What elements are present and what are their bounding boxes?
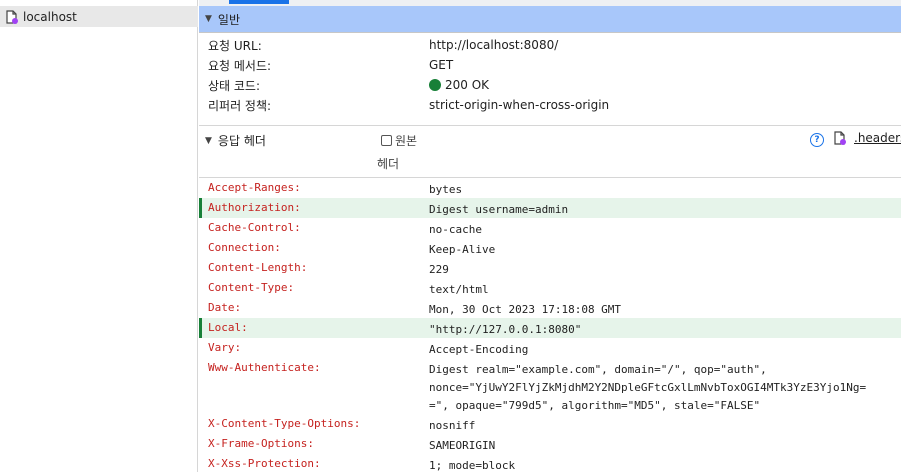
general-key: 요청 메서드: [208, 58, 272, 73]
response-headers-header[interactable]: ▼ 응답 헤더 [205, 132, 266, 149]
header-value: text/html [429, 283, 489, 296]
request-details-panel: ▼ 일반 요청 URL: http://localhost:8080/ 요청 메… [199, 0, 901, 472]
general-row-referrer: 리퍼러 정책: strict-origin-when-cross-origin [199, 95, 901, 115]
general-row-status: 상태 코드: 200 OK [199, 75, 901, 95]
headers-file-link[interactable]: .headers [834, 131, 901, 145]
header-value: 229 [429, 263, 449, 276]
response-header-row: Local: "http://127.0.0.1:8080" [199, 318, 901, 338]
request-sidebar: localhost [0, 0, 198, 472]
general-key: 리퍼러 정책: [208, 98, 272, 113]
general-row-url: 요청 URL: http://localhost:8080/ [199, 35, 901, 55]
general-key: 요청 URL: [208, 38, 262, 53]
raw-headers-label-line2: 헤더 [377, 157, 400, 171]
header-value: Digest realm="example.com", domain="/", … [429, 363, 867, 412]
header-value: Mon, 30 Oct 2023 17:18:08 GMT [429, 303, 622, 316]
response-header-row: Www-Authenticate: Digest realm="example.c… [199, 358, 901, 414]
general-value: http://localhost:8080/ [429, 38, 559, 52]
general-row-method: 요청 메서드: GET [199, 55, 901, 75]
header-name: X-Content-Type-Options: [208, 417, 361, 430]
header-name: Content-Type: [208, 281, 295, 294]
request-item-localhost[interactable]: localhost [0, 6, 198, 27]
response-header-row: Accept-Ranges: bytes [199, 178, 901, 198]
request-item-label: localhost [23, 9, 77, 24]
header-value: Digest username=admin [429, 203, 569, 216]
general-value: GET [429, 58, 454, 72]
response-headers-title: 응답 헤더 [217, 134, 266, 148]
header-value: "http://127.0.0.1:8080" [429, 323, 582, 336]
response-header-row: X-Frame-Options: SAMEORIGIN [199, 434, 901, 454]
raw-headers-checkbox[interactable] [381, 135, 392, 146]
header-name: Content-Length: [208, 261, 308, 274]
response-headers-section: ▼ 응답 헤더 원본 헤더 ? .headers [199, 126, 901, 178]
headers-link-label: .headers [854, 131, 901, 145]
header-name: Local: [208, 321, 248, 334]
response-header-row: X-Content-Type-Options: nosniff [199, 414, 901, 434]
header-name: X-Xss-Protection: [208, 457, 321, 470]
general-value: strict-origin-when-cross-origin [429, 98, 610, 112]
status-value: 200 OK [429, 78, 489, 92]
response-header-row: Content-Length: 229 [199, 258, 901, 278]
status-ok-icon [429, 79, 441, 91]
header-name: Connection: [208, 241, 281, 254]
response-header-row: Connection: Keep-Alive [199, 238, 901, 258]
header-value: nosniff [429, 419, 476, 432]
header-value: 1; mode=block [429, 459, 516, 472]
header-value: SAMEORIGIN [429, 439, 496, 452]
header-name: X-Frame-Options: [208, 437, 314, 450]
header-name: Vary: [208, 341, 242, 354]
response-header-row: Content-Type: text/html [199, 278, 901, 298]
header-name: Www-Authenticate: [208, 361, 321, 374]
help-icon[interactable]: ? [810, 133, 824, 147]
general-key: 상태 코드: [208, 78, 261, 93]
general-section-header[interactable]: ▼ 일반 [199, 6, 901, 33]
header-value: Accept-Encoding [429, 343, 529, 356]
header-name: Cache-Control: [208, 221, 301, 234]
general-section-title: 일반 [217, 12, 241, 27]
active-tab-indicator [229, 0, 289, 4]
header-name: Authorization: [208, 201, 301, 214]
response-header-row: Vary: Accept-Encoding [199, 338, 901, 358]
header-name: Date: [208, 301, 242, 314]
status-text: 200 OK [445, 78, 490, 92]
header-name: Accept-Ranges: [208, 181, 301, 194]
response-header-row: Authorization: Digest username=admin [199, 198, 901, 218]
expand-triangle-icon: ▼ [205, 135, 212, 146]
document-icon [6, 9, 18, 24]
document-icon [834, 131, 846, 145]
response-header-row: Cache-Control: no-cache [199, 218, 901, 238]
header-value: Keep-Alive [429, 243, 496, 256]
raw-headers-label: 원본 [395, 134, 418, 148]
expand-triangle-icon: ▼ [205, 14, 212, 24]
header-value: bytes [429, 183, 463, 196]
raw-headers-toggle[interactable]: 원본 [381, 132, 417, 149]
header-value: no-cache [429, 223, 482, 236]
response-header-row: Date: Mon, 30 Oct 2023 17:18:08 GMT [199, 298, 901, 318]
response-header-row: X-Xss-Protection: 1; mode=block [199, 454, 901, 472]
